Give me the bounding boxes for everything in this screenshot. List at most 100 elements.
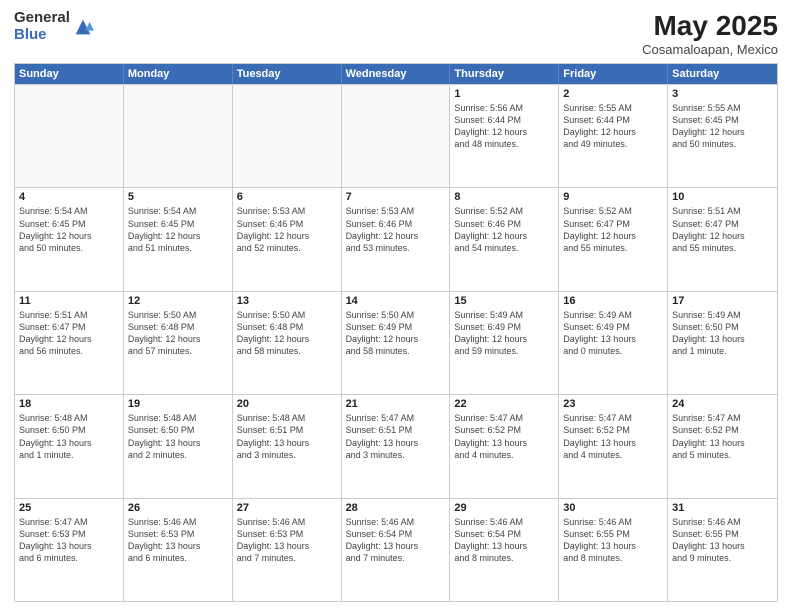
- calendar-cell: 8 Sunrise: 5:52 AM Sunset: 6:46 PM Daylig…: [450, 188, 559, 290]
- day-number: 13: [237, 295, 337, 307]
- calendar-cell: 12Sunrise: 5:50 AM Sunset: 6:48 PM Dayli…: [124, 292, 233, 394]
- day-number: 12: [128, 295, 228, 307]
- cell-info: Sunrise: 5:46 AM Sunset: 6:55 PM Dayligh…: [563, 516, 663, 565]
- page: General Blue May 2025 Cosamaloapan, Mexi…: [0, 0, 792, 612]
- day-number: 7: [346, 191, 446, 203]
- header-day-sunday: Sunday: [15, 64, 124, 84]
- header: General Blue May 2025 Cosamaloapan, Mexi…: [14, 10, 778, 57]
- calendar-cell: 22Sunrise: 5:47 AM Sunset: 6:52 PM Dayli…: [450, 395, 559, 497]
- cell-info: Sunrise: 5:49 AM Sunset: 6:50 PM Dayligh…: [672, 309, 773, 358]
- day-number: 6: [237, 191, 337, 203]
- day-number: 29: [454, 502, 554, 514]
- cell-info: Sunrise: 5:48 AM Sunset: 6:51 PM Dayligh…: [237, 412, 337, 461]
- cell-info: Sunrise: 5:50 AM Sunset: 6:49 PM Dayligh…: [346, 309, 446, 358]
- calendar-cell: [124, 85, 233, 187]
- calendar-cell: 29Sunrise: 5:46 AM Sunset: 6:54 PM Dayli…: [450, 499, 559, 601]
- calendar-cell: 26 Sunrise: 5:46 AM Sunset: 6:53 PM Dayli…: [124, 499, 233, 601]
- calendar-cell: 11 Sunrise: 5:51 AM Sunset: 6:47 PM Dayli…: [15, 292, 124, 394]
- day-number: 19: [128, 398, 228, 410]
- cell-info: Sunrise: 5:46 AM Sunset: 6:54 PM Dayligh…: [346, 516, 446, 565]
- cell-info: Sunrise: 5:55 AM Sunset: 6:44 PM Dayligh…: [563, 102, 663, 151]
- cell-info: Sunrise: 5:55 AM Sunset: 6:45 PM Dayligh…: [672, 102, 773, 151]
- calendar-row-2: 11 Sunrise: 5:51 AM Sunset: 6:47 PM Dayli…: [15, 291, 777, 394]
- logo-blue: Blue: [14, 27, 70, 44]
- calendar-cell: 18 Sunrise: 5:48 AM Sunset: 6:50 PM Dayli…: [15, 395, 124, 497]
- calendar-cell: 2Sunrise: 5:55 AM Sunset: 6:44 PM Daylig…: [559, 85, 668, 187]
- cell-info: Sunrise: 5:53 AM Sunset: 6:46 PM Dayligh…: [237, 205, 337, 254]
- day-number: 11: [19, 295, 119, 307]
- cell-info: Sunrise: 5:48 AM Sunset: 6:50 PM Dayligh…: [19, 412, 119, 461]
- day-number: 28: [346, 502, 446, 514]
- cell-info: Sunrise: 5:53 AM Sunset: 6:46 PM Dayligh…: [346, 205, 446, 254]
- calendar-cell: 27Sunrise: 5:46 AM Sunset: 6:53 PM Dayli…: [233, 499, 342, 601]
- day-number: 30: [563, 502, 663, 514]
- header-day-thursday: Thursday: [450, 64, 559, 84]
- cell-info: Sunrise: 5:56 AM Sunset: 6:44 PM Dayligh…: [454, 102, 554, 151]
- cell-info: Sunrise: 5:46 AM Sunset: 6:53 PM Dayligh…: [128, 516, 228, 565]
- cell-info: Sunrise: 5:50 AM Sunset: 6:48 PM Dayligh…: [237, 309, 337, 358]
- day-number: 18: [19, 398, 119, 410]
- cell-info: Sunrise: 5:52 AM Sunset: 6:46 PM Dayligh…: [454, 205, 554, 254]
- cell-info: Sunrise: 5:47 AM Sunset: 6:53 PM Dayligh…: [19, 516, 119, 565]
- calendar-cell: 30 Sunrise: 5:46 AM Sunset: 6:55 PM Dayli…: [559, 499, 668, 601]
- cell-info: Sunrise: 5:46 AM Sunset: 6:55 PM Dayligh…: [672, 516, 773, 565]
- calendar-cell: 9Sunrise: 5:52 AM Sunset: 6:47 PM Daylig…: [559, 188, 668, 290]
- day-number: 8: [454, 191, 554, 203]
- cell-info: Sunrise: 5:47 AM Sunset: 6:51 PM Dayligh…: [346, 412, 446, 461]
- header-day-friday: Friday: [559, 64, 668, 84]
- cell-info: Sunrise: 5:52 AM Sunset: 6:47 PM Dayligh…: [563, 205, 663, 254]
- day-number: 25: [19, 502, 119, 514]
- logo: General Blue: [14, 10, 94, 43]
- cell-info: Sunrise: 5:51 AM Sunset: 6:47 PM Dayligh…: [19, 309, 119, 358]
- day-number: 21: [346, 398, 446, 410]
- day-number: 20: [237, 398, 337, 410]
- day-number: 23: [563, 398, 663, 410]
- calendar-cell: 20 Sunrise: 5:48 AM Sunset: 6:51 PM Dayli…: [233, 395, 342, 497]
- calendar-subtitle: Cosamaloapan, Mexico: [642, 42, 778, 57]
- calendar-title: May 2025: [642, 10, 778, 42]
- day-number: 10: [672, 191, 773, 203]
- calendar-cell: 4Sunrise: 5:54 AM Sunset: 6:45 PM Daylig…: [15, 188, 124, 290]
- day-number: 15: [454, 295, 554, 307]
- calendar-cell: [233, 85, 342, 187]
- calendar-row-4: 25 Sunrise: 5:47 AM Sunset: 6:53 PM Dayli…: [15, 498, 777, 601]
- header-day-saturday: Saturday: [668, 64, 777, 84]
- cell-info: Sunrise: 5:47 AM Sunset: 6:52 PM Dayligh…: [454, 412, 554, 461]
- header-day-monday: Monday: [124, 64, 233, 84]
- calendar-cell: 17 Sunrise: 5:49 AM Sunset: 6:50 PM Dayli…: [668, 292, 777, 394]
- day-number: 1: [454, 88, 554, 100]
- day-number: 3: [672, 88, 773, 100]
- calendar-cell: 19 Sunrise: 5:48 AM Sunset: 6:50 PM Dayli…: [124, 395, 233, 497]
- calendar-row-0: 1 Sunrise: 5:56 AM Sunset: 6:44 PM Daylig…: [15, 84, 777, 187]
- day-number: 31: [672, 502, 773, 514]
- cell-info: Sunrise: 5:47 AM Sunset: 6:52 PM Dayligh…: [563, 412, 663, 461]
- calendar-body: 1 Sunrise: 5:56 AM Sunset: 6:44 PM Daylig…: [15, 84, 777, 601]
- calendar: SundayMondayTuesdayWednesdayThursdayFrid…: [14, 63, 778, 602]
- header-day-tuesday: Tuesday: [233, 64, 342, 84]
- day-number: 24: [672, 398, 773, 410]
- calendar-row-3: 18 Sunrise: 5:48 AM Sunset: 6:50 PM Dayli…: [15, 394, 777, 497]
- cell-info: Sunrise: 5:48 AM Sunset: 6:50 PM Dayligh…: [128, 412, 228, 461]
- calendar-cell: 21 Sunrise: 5:47 AM Sunset: 6:51 PM Dayli…: [342, 395, 451, 497]
- day-number: 26: [128, 502, 228, 514]
- day-number: 5: [128, 191, 228, 203]
- calendar-row-1: 4Sunrise: 5:54 AM Sunset: 6:45 PM Daylig…: [15, 187, 777, 290]
- day-number: 17: [672, 295, 773, 307]
- calendar-cell: 31 Sunrise: 5:46 AM Sunset: 6:55 PM Dayli…: [668, 499, 777, 601]
- calendar-header-row: SundayMondayTuesdayWednesdayThursdayFrid…: [15, 64, 777, 84]
- calendar-cell: 16Sunrise: 5:49 AM Sunset: 6:49 PM Dayli…: [559, 292, 668, 394]
- calendar-cell: 15 Sunrise: 5:49 AM Sunset: 6:49 PM Dayli…: [450, 292, 559, 394]
- day-number: 27: [237, 502, 337, 514]
- cell-info: Sunrise: 5:47 AM Sunset: 6:52 PM Dayligh…: [672, 412, 773, 461]
- calendar-cell: 1 Sunrise: 5:56 AM Sunset: 6:44 PM Daylig…: [450, 85, 559, 187]
- header-day-wednesday: Wednesday: [342, 64, 451, 84]
- logo-general: General: [14, 10, 70, 27]
- calendar-cell: 10 Sunrise: 5:51 AM Sunset: 6:47 PM Dayli…: [668, 188, 777, 290]
- calendar-cell: 28 Sunrise: 5:46 AM Sunset: 6:54 PM Dayli…: [342, 499, 451, 601]
- logo-icon: [72, 16, 94, 38]
- calendar-cell: 6 Sunrise: 5:53 AM Sunset: 6:46 PM Daylig…: [233, 188, 342, 290]
- calendar-cell: 7 Sunrise: 5:53 AM Sunset: 6:46 PM Daylig…: [342, 188, 451, 290]
- cell-info: Sunrise: 5:49 AM Sunset: 6:49 PM Dayligh…: [454, 309, 554, 358]
- cell-info: Sunrise: 5:51 AM Sunset: 6:47 PM Dayligh…: [672, 205, 773, 254]
- day-number: 4: [19, 191, 119, 203]
